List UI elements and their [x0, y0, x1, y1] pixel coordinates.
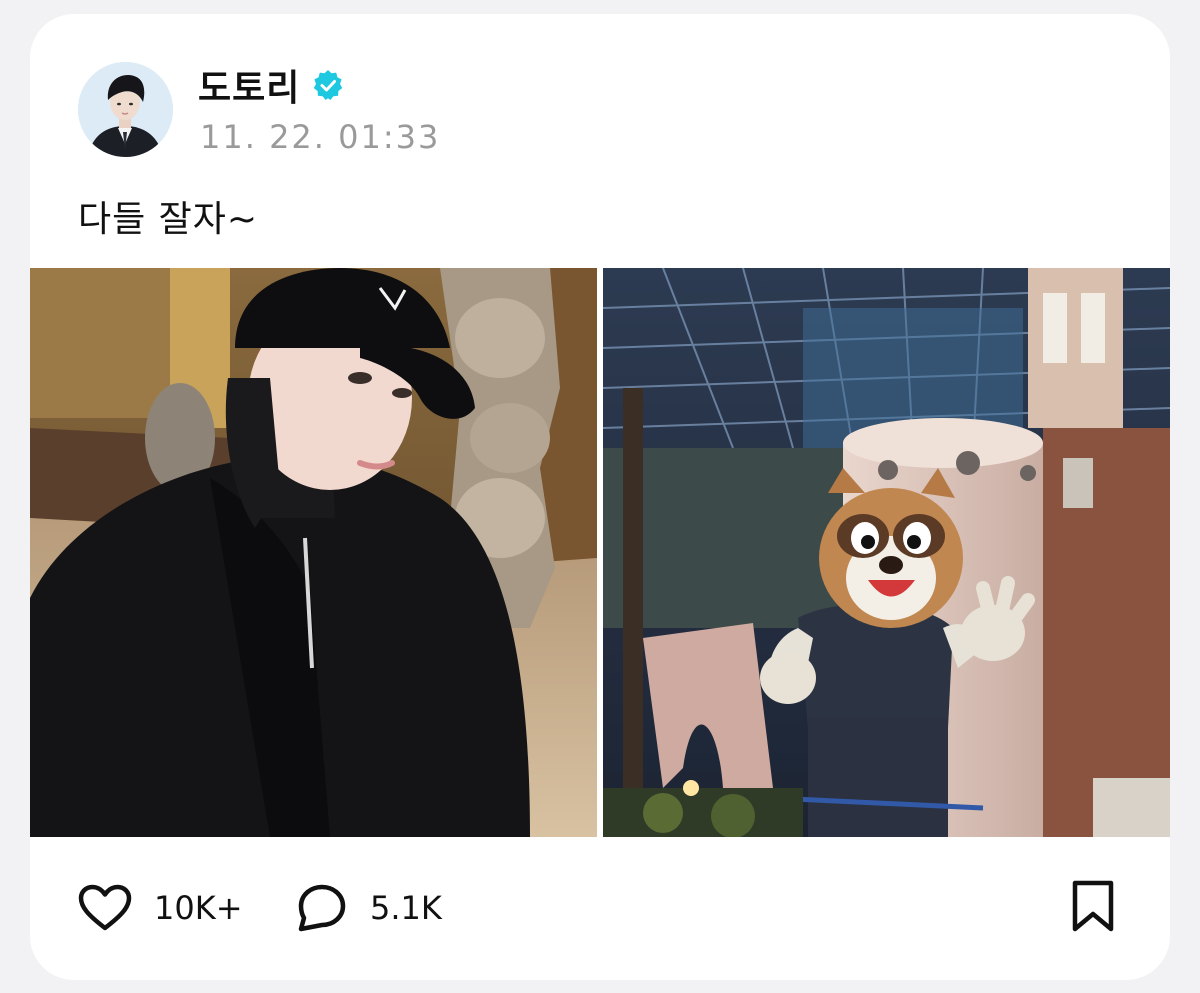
post-card: 도토리 11. 22. 01:33 다들 잘자~ 10K+ 5.1K	[30, 14, 1170, 980]
post-actions: 10K+ 5.1K	[30, 837, 1170, 980]
selfie-photo[interactable]	[30, 268, 597, 837]
verified-badge-icon	[314, 70, 343, 100]
bookmark-icon[interactable]	[1068, 879, 1118, 935]
author-name[interactable]: 도토리	[198, 59, 300, 111]
like-count: 10K+	[154, 889, 243, 927]
speech-bubble-icon	[298, 884, 346, 932]
post-text: 다들 잘자~	[78, 199, 259, 240]
post-timestamp: 11. 22. 01:33	[200, 118, 441, 156]
photo-grid	[30, 268, 1170, 837]
mascot-photo[interactable]	[603, 268, 1170, 837]
avatar[interactable]	[78, 62, 173, 157]
author-row: 도토리	[198, 59, 344, 111]
comment-button[interactable]: 5.1K	[296, 880, 442, 936]
heart-icon	[78, 884, 132, 931]
like-button[interactable]: 10K+	[78, 880, 243, 936]
comment-count: 5.1K	[370, 889, 442, 927]
